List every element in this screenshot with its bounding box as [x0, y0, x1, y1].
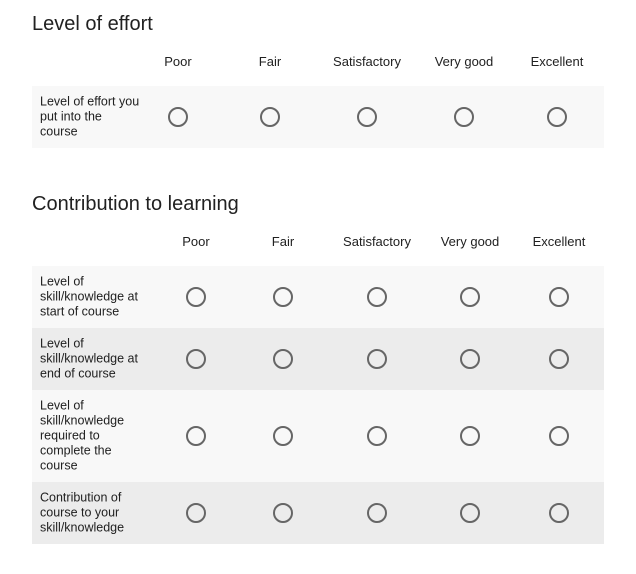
column-header-very-good: Very good	[440, 234, 500, 249]
column-header-excellent: Excellent	[532, 234, 586, 249]
radio-satisfactory[interactable]	[367, 287, 387, 307]
radio-fair[interactable]	[273, 426, 293, 446]
radio-poor[interactable]	[186, 349, 206, 369]
radio-satisfactory[interactable]	[367, 503, 387, 523]
radio-excellent[interactable]	[549, 349, 569, 369]
section-title-contribution-to-learning: Contribution to learning	[32, 193, 239, 215]
radio-fair[interactable]	[273, 503, 293, 523]
radio-fair[interactable]	[273, 349, 293, 369]
row-label: Level of skill/knowledge at start of cou…	[40, 274, 138, 319]
grid-header-row: Poor Fair Satisfactory Very good Excelle…	[32, 224, 604, 266]
column-header-excellent: Excellent	[530, 54, 584, 69]
column-header-satisfactory: Satisfactory	[343, 234, 411, 249]
radio-very-good[interactable]	[460, 287, 480, 307]
radio-poor[interactable]	[186, 287, 206, 307]
radio-fair[interactable]	[260, 107, 280, 127]
grid-row-skill-required: Level of skill/knowledge required to com…	[32, 390, 604, 482]
grid-row-level-of-effort: Level of effort you put into the course	[32, 86, 604, 148]
grid-contribution-to-learning: Poor Fair Satisfactory Very good Excelle…	[32, 224, 604, 544]
grid-header-row: Poor Fair Satisfactory Very good Excelle…	[32, 44, 604, 86]
radio-satisfactory[interactable]	[367, 349, 387, 369]
row-label: Level of skill/knowledge at end of cours…	[40, 336, 138, 381]
radio-very-good[interactable]	[460, 349, 480, 369]
column-header-poor: Poor	[164, 54, 192, 69]
radio-satisfactory[interactable]	[357, 107, 377, 127]
radio-poor[interactable]	[186, 503, 206, 523]
row-label: Level of skill/knowledge required to com…	[40, 398, 125, 473]
radio-very-good[interactable]	[460, 426, 480, 446]
radio-excellent[interactable]	[547, 107, 567, 127]
radio-excellent[interactable]	[549, 503, 569, 523]
radio-very-good[interactable]	[460, 503, 480, 523]
grid-row-course-contribution: Contribution of course to your skill/kno…	[32, 482, 604, 544]
radio-very-good[interactable]	[454, 107, 474, 127]
grid-row-skill-at-end: Level of skill/knowledge at end of cours…	[32, 328, 604, 390]
radio-satisfactory[interactable]	[367, 426, 387, 446]
column-header-very-good: Very good	[434, 54, 494, 69]
column-header-fair: Fair	[258, 54, 282, 69]
row-label: Contribution of course to your skill/kno…	[40, 490, 125, 535]
radio-poor[interactable]	[168, 107, 188, 127]
row-label: Level of effort you put into the course	[40, 94, 140, 139]
column-header-satisfactory: Satisfactory	[333, 54, 401, 69]
grid-row-skill-at-start: Level of skill/knowledge at start of cou…	[32, 266, 604, 328]
grid-level-of-effort: Poor Fair Satisfactory Very good Excelle…	[32, 44, 604, 148]
radio-excellent[interactable]	[549, 426, 569, 446]
column-header-poor: Poor	[182, 234, 210, 249]
column-header-fair: Fair	[271, 234, 295, 249]
section-title-level-of-effort: Level of effort	[32, 13, 153, 35]
radio-fair[interactable]	[273, 287, 293, 307]
radio-excellent[interactable]	[549, 287, 569, 307]
radio-poor[interactable]	[186, 426, 206, 446]
